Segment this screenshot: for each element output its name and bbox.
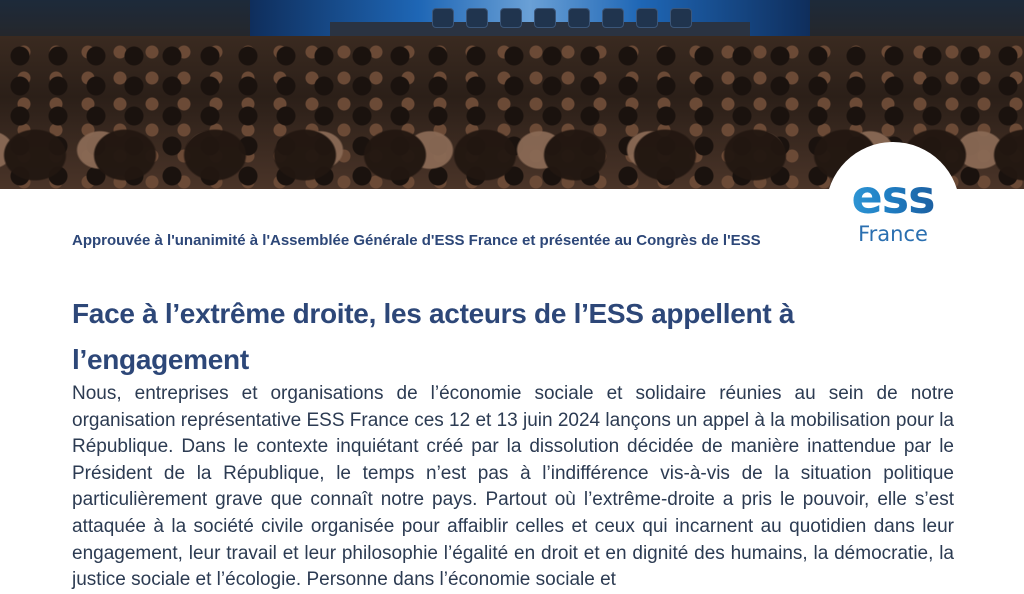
- article-headline: Face à l’extrême droite, les acteurs de …: [72, 298, 795, 375]
- article-body: Nous, entreprises et organisations de l’…: [72, 383, 954, 591]
- stage-chair: [466, 8, 488, 28]
- logo-ess-text: ess: [826, 170, 960, 224]
- stage-chair: [670, 8, 692, 28]
- logo-france-text: France: [858, 222, 928, 246]
- stage-chair: [534, 8, 556, 28]
- ess-france-logo: ess France: [826, 142, 960, 276]
- stage-chair: [432, 8, 454, 28]
- stage-chair: [636, 8, 658, 28]
- stage-chair: [500, 8, 522, 28]
- stage-chair: [602, 8, 624, 28]
- article-subtitle: Approuvée à l'unanimité à l'Assemblée Gé…: [72, 232, 761, 249]
- stage-chair: [568, 8, 590, 28]
